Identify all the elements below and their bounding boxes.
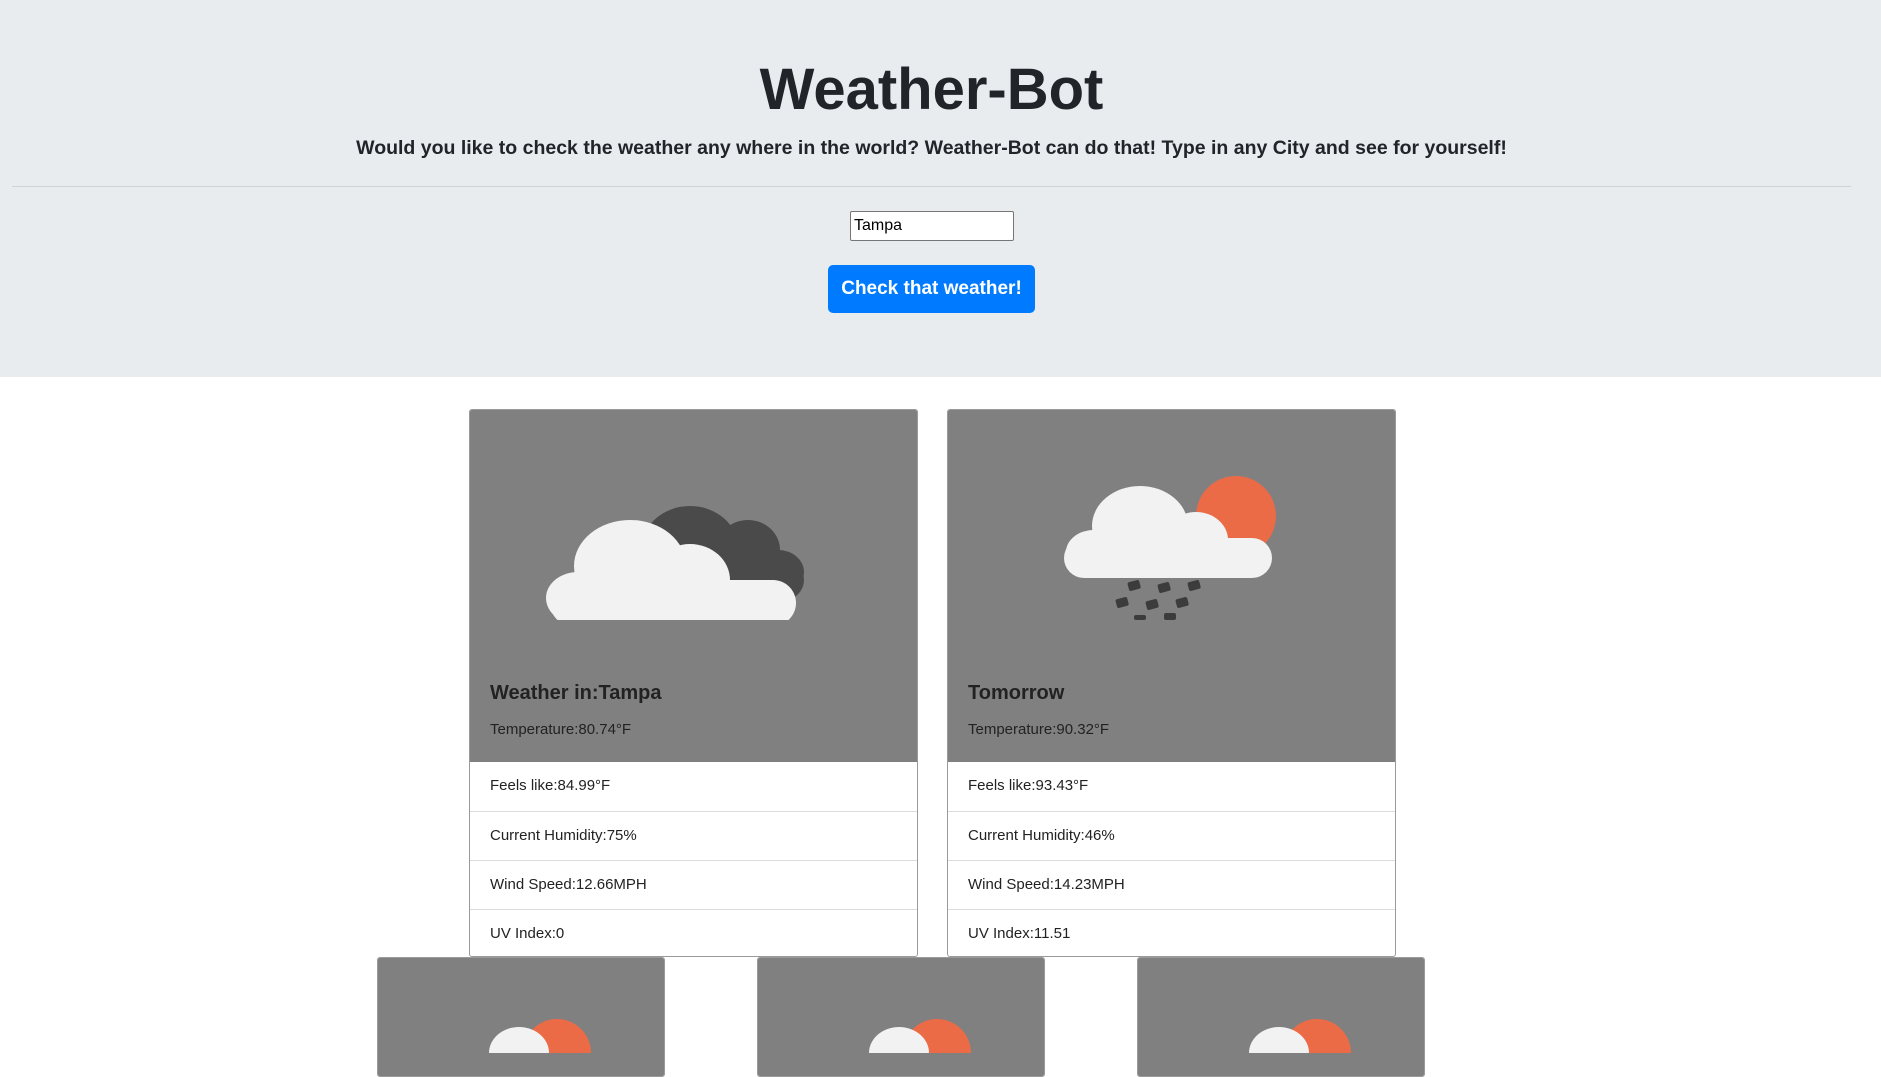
uv-index-item: UV Index:0 [470,909,917,956]
card-image-area: Tomorrow Temperature:90.32°F [948,410,1395,762]
uv-index-item: UV Index:11.51 [948,909,1395,956]
feels-like-item: Feels like:84.99°F [490,777,611,794]
header-jumbotron: Weather-Bot Would you like to check the … [0,0,1881,377]
page-lead: Would you like to check the weather any … [356,137,1507,159]
card-temperature: Temperature:80.74°F [490,721,632,738]
page-title: Weather-Bot [759,57,1104,122]
partly-sunny-icon [1249,1019,1351,1053]
feels-like-item: Feels like:93.43°F [968,777,1089,794]
forecast-card [377,957,665,1077]
humidity-item: Current Humidity:75% [470,811,917,860]
partly-sunny-icon [489,1019,591,1053]
forecast-card [757,957,1045,1077]
cloudy-icon [546,506,804,620]
card-image-area [1138,958,1424,1076]
wind-speed-item: Wind Speed:14.23MPH [948,860,1395,909]
forecast-card [1137,957,1425,1077]
card-temperature: Temperature:90.32°F [968,721,1110,738]
rain-sun-icon [1064,476,1276,620]
card-title: Tomorrow [968,682,1065,704]
wind-speed-item: Wind Speed:12.66MPH [470,860,917,909]
partly-sunny-icon [869,1019,971,1053]
current-weather-card: Weather in:Tampa Temperature:80.74°F Fee… [469,409,918,957]
card-title: Weather in:Tampa [490,682,662,704]
card-image-area: Weather in:Tampa Temperature:80.74°F [470,410,917,762]
humidity-item: Current Humidity:46% [948,811,1395,860]
check-weather-button[interactable]: Check that weather! [828,265,1035,313]
divider [12,186,1851,187]
tomorrow-weather-card: Tomorrow Temperature:90.32°F Feels like:… [947,409,1396,957]
card-image-area [378,958,664,1076]
card-image-area [758,958,1044,1076]
city-input[interactable] [850,211,1014,241]
